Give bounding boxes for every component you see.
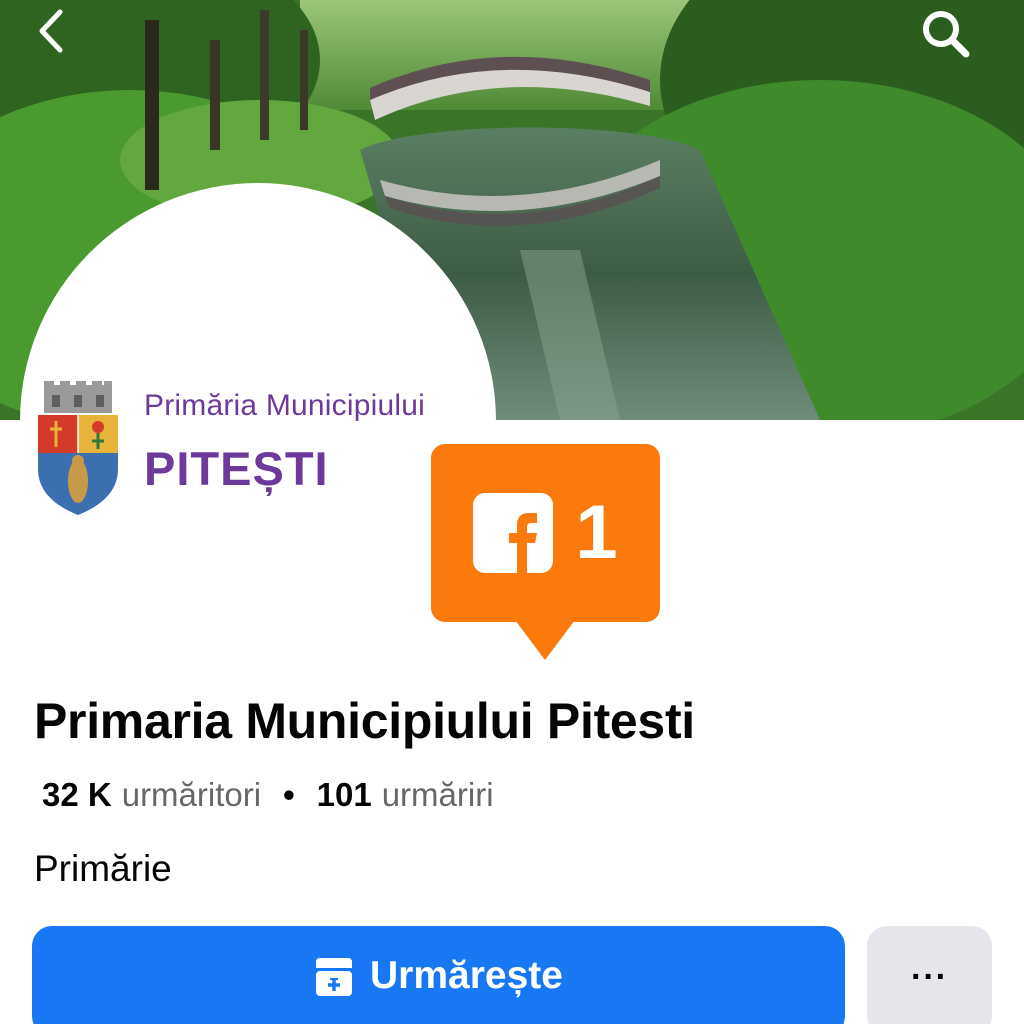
facebook-icon: [473, 493, 554, 573]
logo-subtitle: Primăria Municipiului: [144, 389, 425, 422]
badge-pointer: [515, 620, 575, 660]
search-button[interactable]: [918, 6, 982, 70]
search-icon: [923, 11, 970, 58]
stats-separator: •: [283, 776, 295, 813]
coat-of-arms-icon: [38, 381, 118, 515]
chevron-left-icon: [39, 9, 63, 53]
follow-button[interactable]: Urmărește: [32, 926, 845, 1024]
follow-button-label: Urmărește: [370, 954, 563, 997]
page-title: Primaria Municipiului Pitesti: [34, 693, 695, 749]
profile-picture[interactable]: Primăria Municipiului PITEȘTI: [20, 183, 496, 659]
back-button[interactable]: [34, 8, 94, 68]
page-category: Primărie: [34, 848, 172, 889]
follow-page-icon: [316, 958, 353, 996]
following-label[interactable]: urmăriri: [382, 776, 494, 814]
badge-count: 1: [575, 490, 618, 575]
followers-label[interactable]: urmăritori: [122, 776, 261, 814]
following-count[interactable]: 101: [317, 776, 372, 814]
page-stats: 32 K urmăritori • 101 urmăriri: [42, 776, 494, 814]
notification-badge: 1: [431, 444, 660, 622]
logo-title: PITEȘTI: [144, 442, 329, 495]
more-options-button[interactable]: ···: [867, 926, 992, 1024]
followers-count[interactable]: 32 K: [42, 776, 112, 814]
